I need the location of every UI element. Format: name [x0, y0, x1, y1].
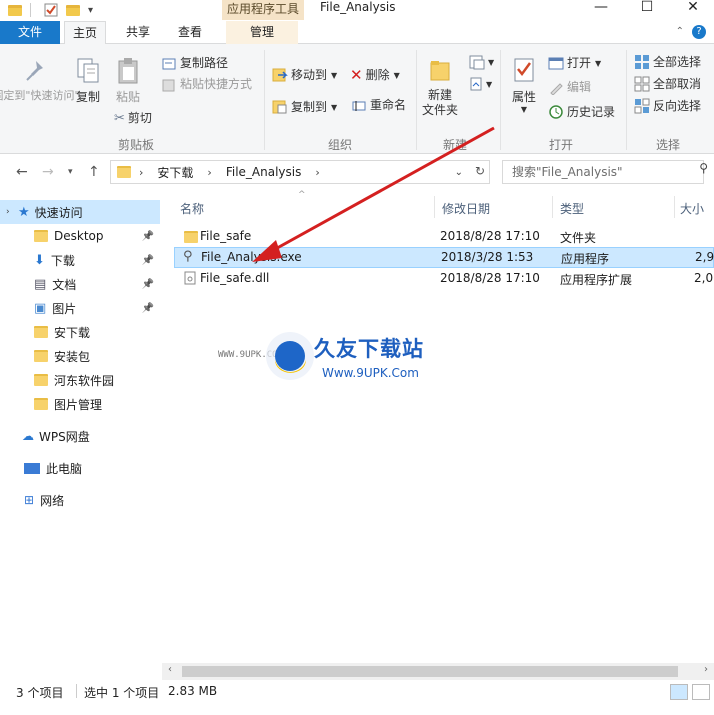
scroll-right-icon[interactable]: ›: [704, 664, 708, 675]
horizontal-scrollbar[interactable]: ‹ ›: [162, 663, 714, 680]
scroll-left-icon[interactable]: ‹: [168, 664, 172, 675]
red-arrow-annotation: [252, 126, 495, 262]
divider: [76, 684, 77, 698]
item-count: 3 个项目: [16, 686, 64, 700]
scrollbar-thumb[interactable]: [182, 666, 678, 677]
large-icons-view-icon[interactable]: [692, 684, 710, 700]
details-view-icon[interactable]: [670, 684, 688, 700]
selected-size: 2.83 MB: [168, 684, 218, 698]
status-bar: 3 个项目 选中 1 个项目 2.83 MB: [0, 682, 714, 702]
selected-count: 选中 1 个项目: [84, 686, 160, 700]
